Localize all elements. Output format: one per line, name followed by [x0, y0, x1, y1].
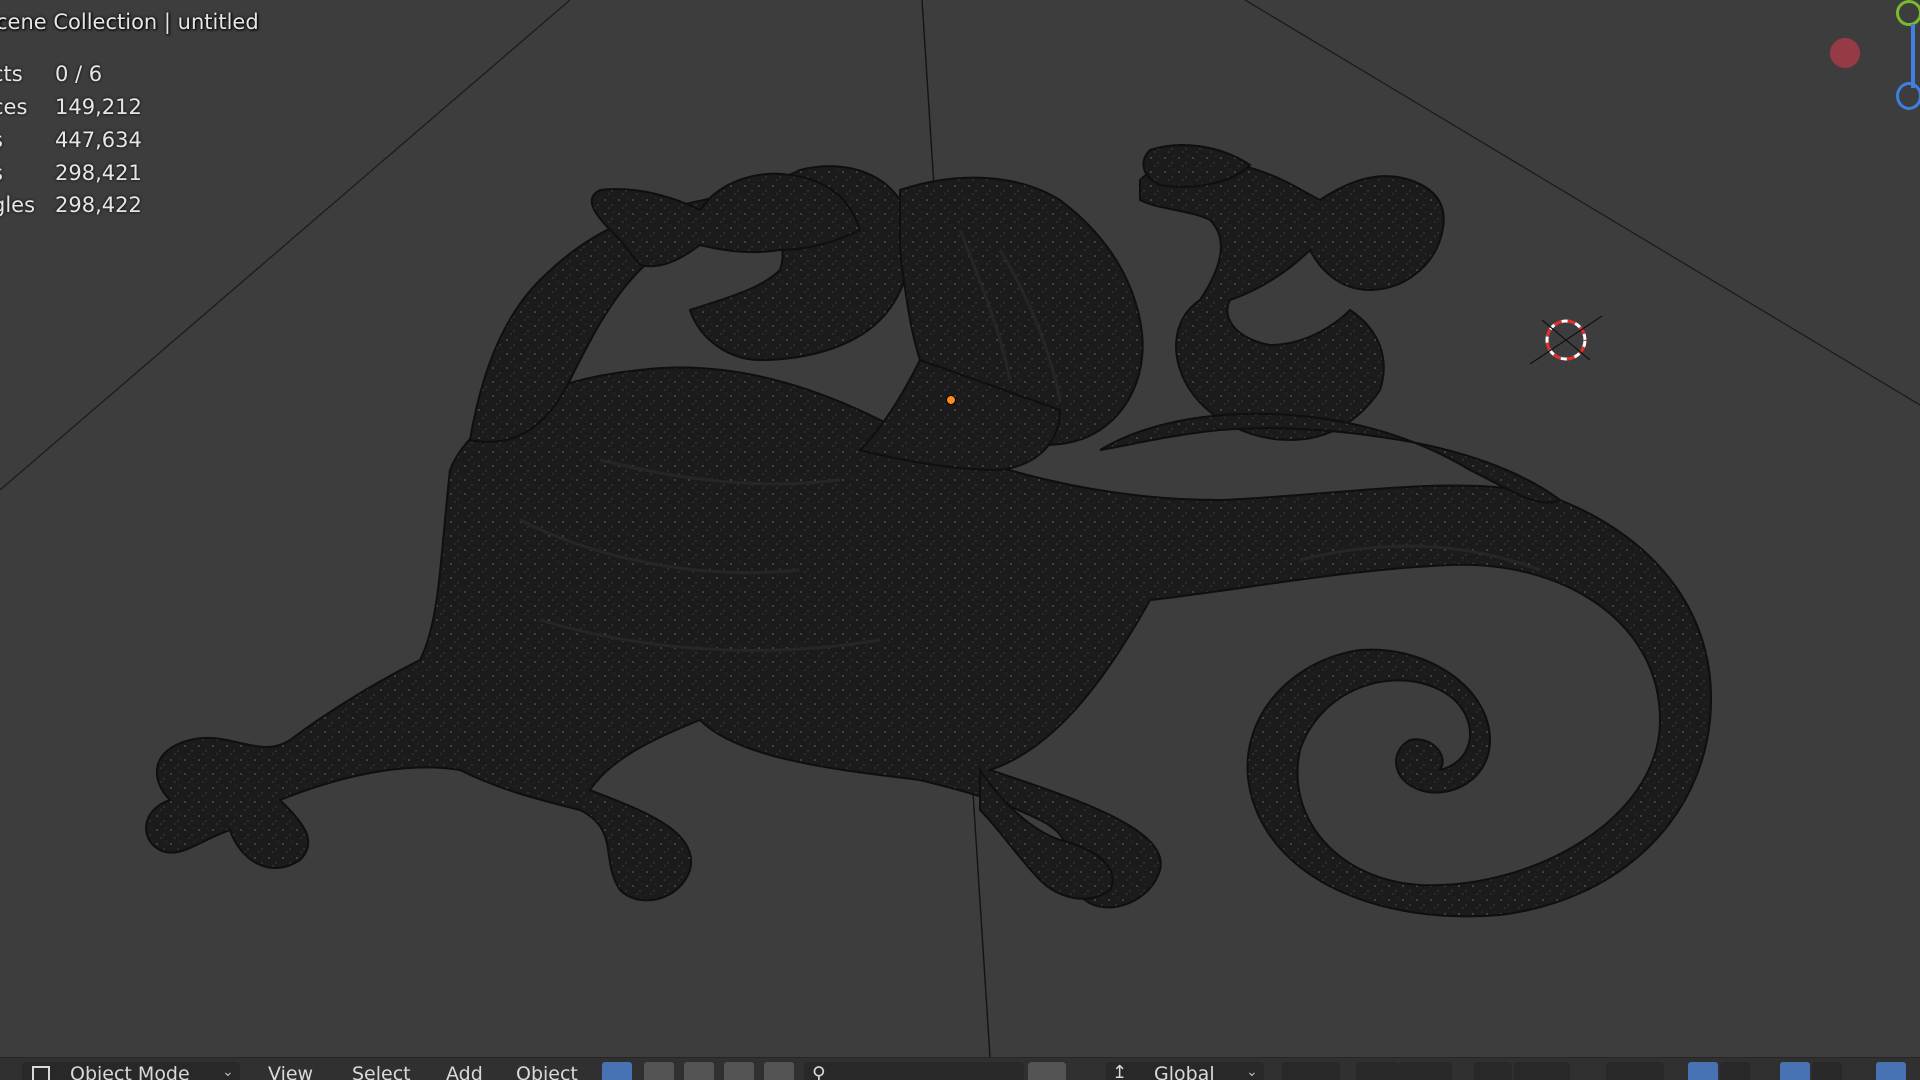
overlay-toggle-button[interactable]	[1780, 1062, 1810, 1080]
viewport-header: Object Mode ⌄ View Select Add Object ⚲ G…	[0, 1057, 1920, 1080]
snap-settings-dropdown[interactable]	[1398, 1062, 1452, 1080]
stat-label: cts	[0, 62, 23, 86]
stat-value: 447,634	[55, 128, 142, 152]
gizmo-toggle-button[interactable]	[1688, 1062, 1718, 1080]
gizmo-y-icon[interactable]	[1896, 0, 1920, 26]
menu-object-label: Object	[516, 1063, 578, 1080]
stat-value: 298,421	[55, 161, 142, 185]
gizmo-dropdown[interactable]	[1720, 1062, 1750, 1080]
snap-toggle[interactable]	[1356, 1062, 1398, 1080]
transform-orientation-icon: ↥	[1112, 1062, 1128, 1080]
mode-selector[interactable]: Object Mode	[22, 1062, 240, 1080]
select-box-tool-button[interactable]	[602, 1062, 632, 1080]
menu-select-label: Select	[352, 1063, 411, 1080]
select-mode-intersect-button[interactable]	[764, 1062, 794, 1080]
stat-label: gles	[0, 193, 36, 217]
search-icon: ⚲	[812, 1063, 826, 1080]
menu-view[interactable]: View	[258, 1062, 323, 1080]
stat-label: s	[0, 161, 3, 185]
search-field[interactable]: ⚲	[804, 1062, 1024, 1080]
xray-toggle-button[interactable]	[1876, 1062, 1906, 1080]
stat-value: 0 / 6	[55, 62, 103, 86]
select-mode-invert-button[interactable]	[724, 1062, 754, 1080]
proportional-edit-toggle[interactable]	[1474, 1062, 1512, 1080]
dragon-relief-model	[145, 144, 1713, 918]
menu-add[interactable]: Add	[436, 1062, 493, 1080]
select-mode-extend-button[interactable]	[644, 1062, 674, 1080]
transform-orientation-label: Global	[1154, 1063, 1215, 1080]
overlay-dropdown[interactable]	[1812, 1062, 1842, 1080]
menu-object[interactable]: Object	[506, 1062, 588, 1080]
gizmo-z-icon[interactable]	[1896, 82, 1920, 110]
transform-orientation-dropdown[interactable]: Global	[1106, 1062, 1264, 1080]
gizmo-x-icon[interactable]	[1830, 38, 1860, 68]
viewport-scene	[0, 0, 1920, 1058]
object-mode-icon	[32, 1066, 50, 1080]
chevron-down-icon: ⌄	[222, 1064, 234, 1080]
pivot-point-dropdown[interactable]	[1282, 1062, 1340, 1080]
proportional-falloff-dropdown[interactable]	[1514, 1062, 1570, 1080]
stat-value: 298,422	[55, 193, 142, 217]
menu-add-label: Add	[446, 1063, 483, 1080]
menu-view-label: View	[268, 1063, 314, 1080]
3d-cursor-icon	[1529, 315, 1603, 365]
stat-label: ces	[0, 95, 28, 119]
object-origin-icon	[946, 395, 956, 405]
collection-title: cene Collection | untitled	[0, 10, 259, 34]
3d-viewport[interactable]: cene Collection | untitled cts 0 / 6 ces…	[0, 0, 1920, 1080]
select-mode-subtract-button[interactable]	[684, 1062, 714, 1080]
chevron-down-icon: ⌄	[1246, 1064, 1258, 1080]
search-dropdown-button[interactable]	[1028, 1062, 1066, 1080]
stat-value: 149,212	[55, 95, 142, 119]
gizmo-z-axis	[1911, 24, 1915, 88]
visibility-dropdown[interactable]	[1606, 1062, 1664, 1080]
stat-label: s	[0, 128, 3, 152]
mode-selector-label: Object Mode	[70, 1063, 190, 1080]
menu-select[interactable]: Select	[342, 1062, 421, 1080]
